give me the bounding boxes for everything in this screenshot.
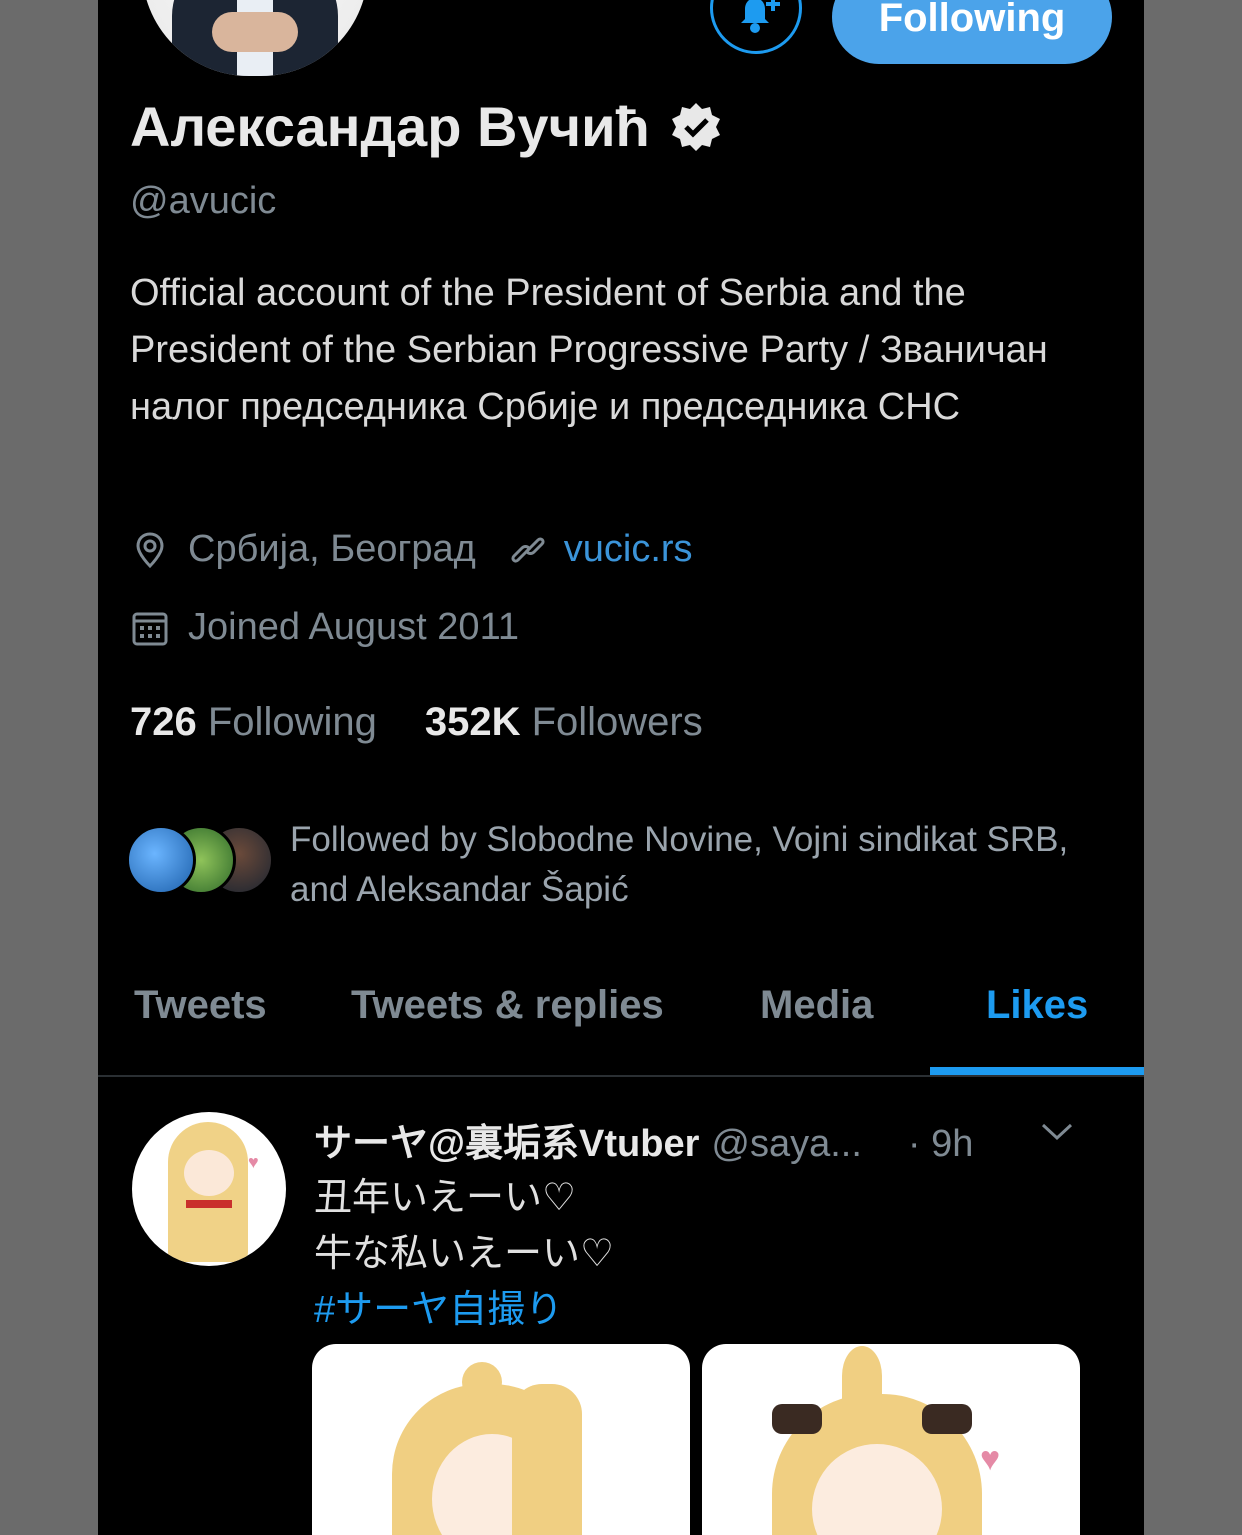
tweet-author-avatar[interactable]: ♥ — [132, 1112, 286, 1266]
tweet-media-image[interactable]: ♥ — [702, 1344, 1080, 1535]
profile-avatar[interactable] — [136, 0, 374, 82]
followed-by-row[interactable]: Followed by Slobodne Novine, Vojni sindi… — [126, 815, 1130, 915]
tweet-timestamp[interactable]: · 9h — [908, 1123, 973, 1166]
profile-screen: Following Александар Вучић @avucic Offic… — [98, 0, 1144, 1535]
tweet-author-handle[interactable]: @saya... — [711, 1123, 862, 1166]
tweet-hashtag-link[interactable]: #サーヤ自撮り — [314, 1278, 563, 1333]
location-pin-icon — [136, 531, 164, 568]
following-count-link[interactable]: 726 Following — [130, 700, 377, 745]
following-button[interactable]: Following — [832, 0, 1112, 64]
profile-name: Александар Вучић — [130, 95, 650, 158]
profile-website-link[interactable]: vucic.rs — [564, 528, 693, 571]
avatar — [126, 825, 196, 895]
profile-handle: @avucic — [130, 180, 277, 222]
tweet-author-name[interactable]: サーヤ@裏垢系Vtuber — [314, 1112, 699, 1167]
profile-joined: Joined August 2011 — [188, 606, 520, 648]
profile-tabs: Tweets Tweets & replies Media Likes — [98, 975, 1144, 1077]
tweet-media-image[interactable] — [312, 1344, 690, 1535]
profile-location: Србија, Београд — [188, 528, 476, 570]
profile-bio: Official account of the President of Ser… — [130, 272, 1048, 428]
profile-meta-row: Србија, Београд vucic.rs — [130, 528, 693, 571]
profile-joined-row: Joined August 2011 — [130, 606, 519, 649]
tab-likes[interactable]: Likes — [986, 983, 1088, 1028]
calendar-icon — [132, 612, 168, 645]
followed-by-text: Followed by Slobodne Novine, Vojni sindi… — [290, 820, 1069, 909]
verified-badge-icon — [671, 102, 720, 151]
notifications-toggle-button[interactable] — [710, 0, 802, 54]
tweet-text-line: 丑年いえーい♡ — [314, 1177, 577, 1219]
profile-name-row: Александар Вучић — [130, 94, 722, 159]
tab-tweets-replies[interactable]: Tweets & replies — [351, 983, 664, 1028]
link-icon — [511, 536, 545, 563]
tweet-header: サーヤ@裏垢系Vtuber @saya... · 9h — [314, 1112, 1094, 1167]
chevron-down-icon[interactable] — [1040, 1120, 1074, 1144]
active-tab-indicator — [930, 1067, 1144, 1075]
tweet-text-line: 牛な私いえーい♡ — [314, 1233, 615, 1275]
followers-count-link[interactable]: 352K Followers — [425, 700, 703, 745]
tab-tweets[interactable]: Tweets — [134, 983, 267, 1028]
follow-counts: 726 Following 352K Followers — [130, 700, 703, 745]
bell-plus-icon — [741, 0, 780, 33]
tab-media[interactable]: Media — [760, 983, 873, 1028]
followed-by-avatars — [126, 825, 286, 905]
